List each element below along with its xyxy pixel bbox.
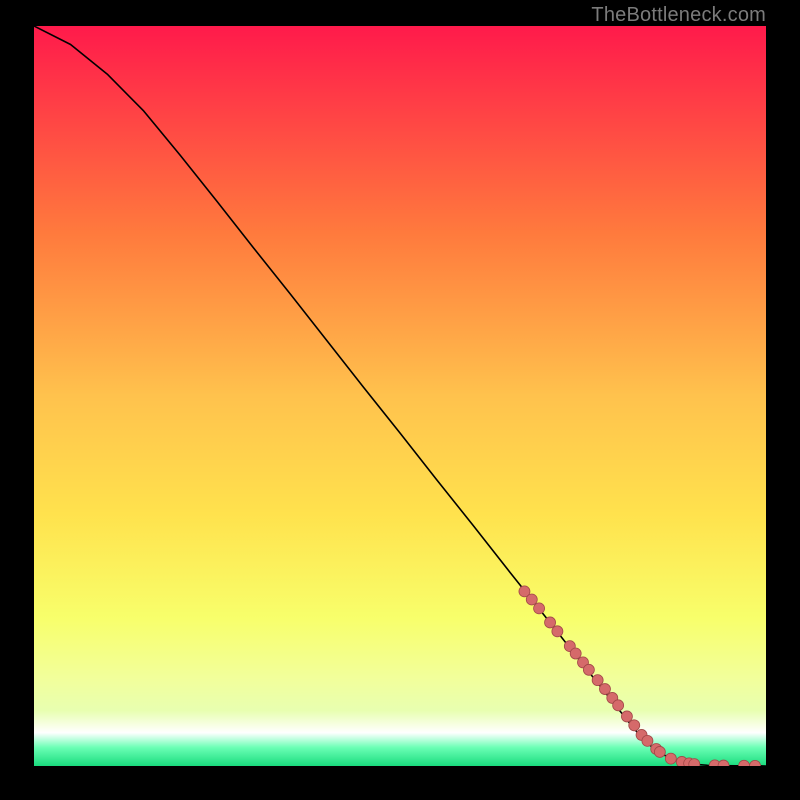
data-marker [665, 753, 676, 764]
plot-area [34, 26, 766, 766]
data-marker [592, 675, 603, 686]
chart-svg [34, 26, 766, 766]
data-marker [583, 664, 594, 675]
data-marker [570, 648, 581, 659]
data-marker [526, 594, 537, 605]
gradient-bg [34, 26, 766, 766]
data-marker [545, 617, 556, 628]
data-marker [599, 684, 610, 695]
data-marker [534, 603, 545, 614]
data-marker [629, 720, 640, 731]
data-marker [552, 626, 563, 637]
data-marker [621, 711, 632, 722]
data-marker [642, 735, 653, 746]
chart-stage: TheBottleneck.com [0, 0, 800, 800]
data-marker [689, 759, 700, 766]
watermark-label: TheBottleneck.com [591, 4, 766, 27]
data-marker [654, 746, 665, 757]
data-marker [613, 700, 624, 711]
